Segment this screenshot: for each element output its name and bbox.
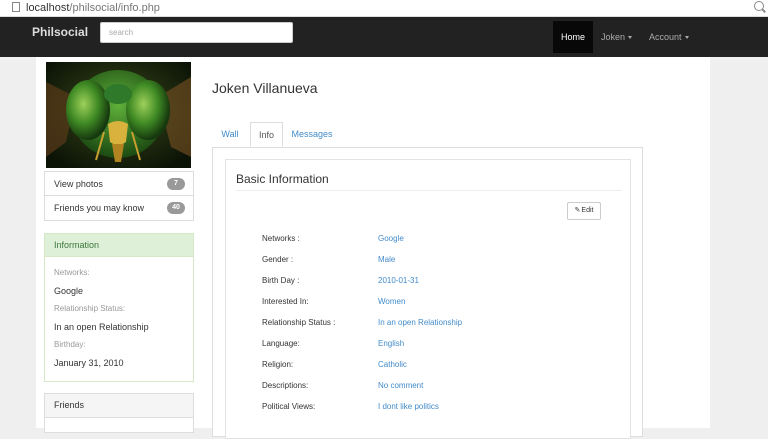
row-label: Relationship Status : bbox=[262, 318, 336, 327]
nav-user-label: Joken bbox=[601, 32, 626, 42]
row-value[interactable]: English bbox=[378, 335, 404, 353]
photos-count-badge: 7 bbox=[167, 178, 185, 190]
info-networks-label: Networks: bbox=[54, 268, 90, 277]
row-value[interactable]: In an open Relationship bbox=[378, 314, 462, 332]
nav-account-label: Account bbox=[649, 32, 682, 42]
view-photos-label: View photos bbox=[54, 179, 103, 189]
info-row: Religion: Catholic bbox=[262, 356, 622, 377]
sidebar-links: View photos 7 Friends you may know 40 bbox=[44, 171, 194, 221]
brand-logo[interactable]: Philsocial bbox=[32, 17, 88, 48]
info-row: Political Views: I dont like politics bbox=[262, 398, 622, 419]
row-value[interactable]: Women bbox=[378, 293, 405, 311]
bee-photo bbox=[46, 62, 191, 168]
friends-panel: Friends bbox=[44, 393, 194, 433]
top-navbar: Philsocial Home Joken Account bbox=[0, 17, 768, 57]
info-row: Gender : Male bbox=[262, 251, 622, 272]
tab-info[interactable]: Info bbox=[250, 122, 283, 147]
info-row: Language: English bbox=[262, 335, 622, 356]
info-row: Descriptions: No comment bbox=[262, 377, 622, 398]
chevron-down-icon bbox=[628, 36, 633, 40]
info-row: Interested In: Women bbox=[262, 293, 622, 314]
friends-count-badge: 40 bbox=[167, 202, 185, 214]
info-relationship-label: Relationship Status: bbox=[54, 304, 126, 313]
row-label: Political Views: bbox=[262, 402, 316, 411]
row-label: Interested In: bbox=[262, 297, 309, 306]
info-birthday-label: Birthday: bbox=[54, 340, 86, 349]
row-label: Gender : bbox=[262, 255, 294, 264]
search-input[interactable] bbox=[100, 22, 293, 43]
nav-home[interactable]: Home bbox=[553, 21, 593, 53]
info-row: Birth Day : 2010-01-31 bbox=[262, 272, 622, 293]
row-value[interactable]: No comment bbox=[378, 377, 423, 395]
friends-panel-title: Friends bbox=[45, 394, 193, 418]
info-birthday-value: January 31, 2010 bbox=[54, 358, 124, 368]
info-relationship-value: In an open Relationship bbox=[54, 322, 149, 332]
profile-name: Joken Villanueva bbox=[212, 80, 318, 96]
browser-address-bar: localhost/philsocial/info.php bbox=[0, 0, 768, 17]
info-row: Networks : Google bbox=[262, 230, 622, 251]
section-divider bbox=[236, 190, 622, 191]
info-networks-value: Google bbox=[54, 286, 84, 296]
row-value[interactable]: Male bbox=[378, 251, 395, 269]
nav-user-menu[interactable]: Joken bbox=[601, 21, 633, 53]
basic-information-rows: Networks : Google Gender : Male Birth Da… bbox=[262, 230, 622, 419]
pencil-icon: ✎ bbox=[574, 207, 581, 214]
view-photos-link[interactable]: View photos 7 bbox=[45, 172, 193, 196]
url-text[interactable]: localhost/philsocial/info.php bbox=[26, 1, 160, 15]
search-icon[interactable] bbox=[754, 1, 764, 11]
information-panel: Information Networks: Google Relationshi… bbox=[44, 233, 194, 382]
url-host: localhost bbox=[26, 2, 70, 14]
edit-label: Edit bbox=[581, 207, 594, 214]
tab-wall[interactable]: Wall bbox=[212, 122, 248, 147]
row-label: Language: bbox=[262, 339, 300, 348]
info-row: Relationship Status : In an open Relatio… bbox=[262, 314, 622, 335]
row-label: Networks : bbox=[262, 234, 300, 243]
friends-you-may-know-label: Friends you may know bbox=[54, 203, 145, 213]
row-value[interactable]: Catholic bbox=[378, 356, 407, 374]
row-value[interactable]: Google bbox=[378, 230, 404, 248]
row-label: Religion: bbox=[262, 360, 294, 369]
row-label: Descriptions: bbox=[262, 381, 309, 390]
edit-button[interactable]: ✎Edit bbox=[567, 202, 601, 220]
row-label: Birth Day : bbox=[262, 276, 300, 285]
url-path: /philsocial/info.php bbox=[69, 2, 160, 14]
page-icon bbox=[12, 2, 20, 12]
section-title: Basic Information bbox=[236, 172, 329, 186]
tab-messages[interactable]: Messages bbox=[285, 122, 339, 147]
nav-account-menu[interactable]: Account bbox=[649, 21, 689, 53]
chevron-down-icon bbox=[684, 36, 689, 40]
row-value[interactable]: I dont like politics bbox=[378, 398, 439, 416]
friends-you-may-know-link[interactable]: Friends you may know 40 bbox=[45, 196, 193, 220]
information-panel-title: Information bbox=[45, 234, 193, 257]
profile-picture[interactable] bbox=[46, 62, 191, 168]
row-value[interactable]: 2010-01-31 bbox=[378, 272, 419, 290]
